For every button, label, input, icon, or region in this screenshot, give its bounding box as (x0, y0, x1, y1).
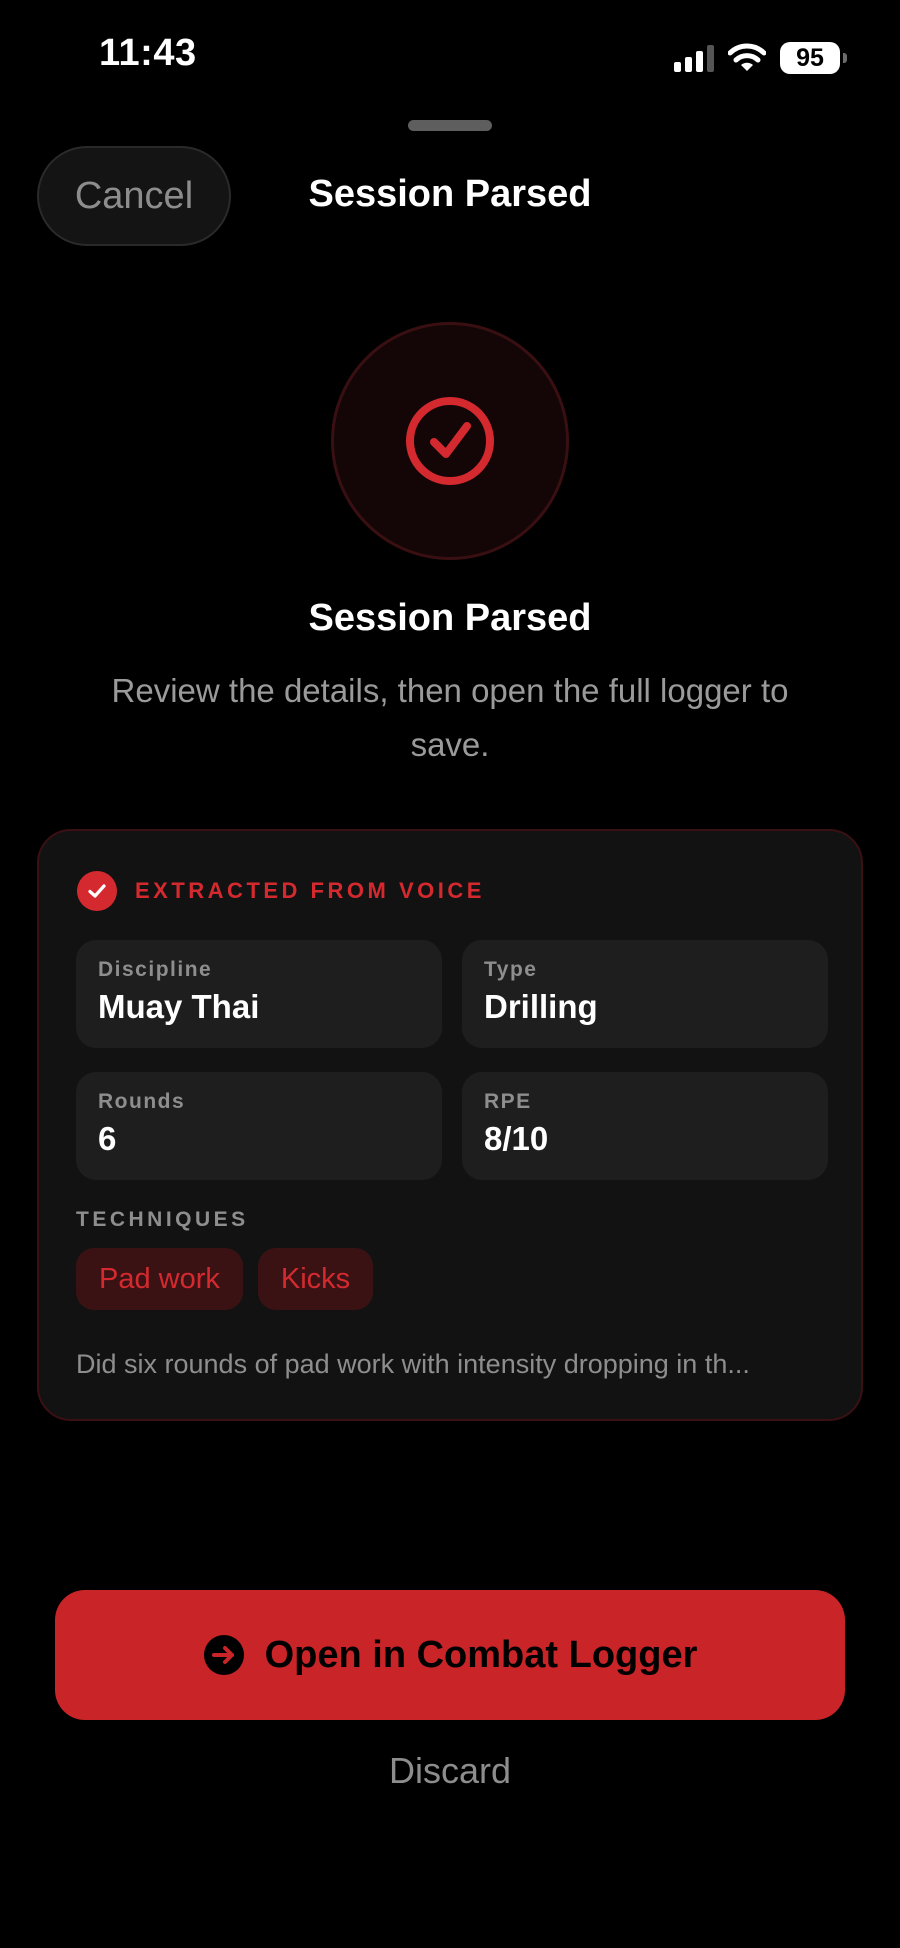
status-time: 11:43 (99, 32, 197, 74)
transcript-preview: Did six rounds of pad work with intensit… (76, 1349, 750, 1379)
field-value: 6 (98, 1120, 117, 1157)
open-in-combat-logger-button[interactable]: Open in Combat Logger (55, 1590, 845, 1720)
technique-chips: Pad work Kicks (76, 1248, 374, 1310)
checkmark-icon (77, 871, 117, 911)
hero-title: Session Parsed (308, 597, 592, 639)
success-badge (331, 322, 569, 560)
sheet-grabber[interactable] (408, 120, 492, 131)
battery-icon: 95 (780, 42, 847, 74)
field-value: 8/10 (484, 1120, 549, 1157)
technique-chip-kicks: Kicks (257, 1248, 374, 1310)
field-rounds: Rounds 6 (76, 1072, 442, 1180)
field-rpe: RPE 8/10 (462, 1072, 828, 1180)
card-header: EXTRACTED FROM VOICE (77, 871, 485, 911)
field-label: Type (484, 958, 538, 981)
card-header-label: EXTRACTED FROM VOICE (135, 878, 485, 903)
technique-chip-pad-work: Pad work (76, 1248, 243, 1310)
cellular-signal-icon (674, 44, 714, 72)
check-circle-icon (406, 397, 494, 485)
nav-title: Session Parsed (308, 173, 592, 215)
field-label: Rounds (98, 1090, 186, 1113)
wifi-icon (728, 43, 766, 71)
discard-button[interactable]: Discard (0, 1750, 900, 1792)
arrow-right-circle-icon (203, 1635, 244, 1675)
primary-button-label: Open in Combat Logger (264, 1633, 698, 1676)
field-value: Muay Thai (98, 988, 260, 1025)
techniques-label: TECHNIQUES (76, 1208, 249, 1231)
extracted-details-card: EXTRACTED FROM VOICE Discipline Muay Tha… (37, 829, 863, 1421)
field-value: Drilling (484, 988, 598, 1025)
field-type: Type Drilling (462, 940, 828, 1048)
status-icons: 95 (674, 42, 847, 74)
battery-level: 95 (796, 43, 824, 72)
hero-subtitle: Review the details, then open the full l… (111, 672, 789, 763)
field-discipline: Discipline Muay Thai (76, 940, 442, 1048)
field-label: Discipline (98, 958, 213, 981)
field-label: RPE (484, 1090, 532, 1113)
